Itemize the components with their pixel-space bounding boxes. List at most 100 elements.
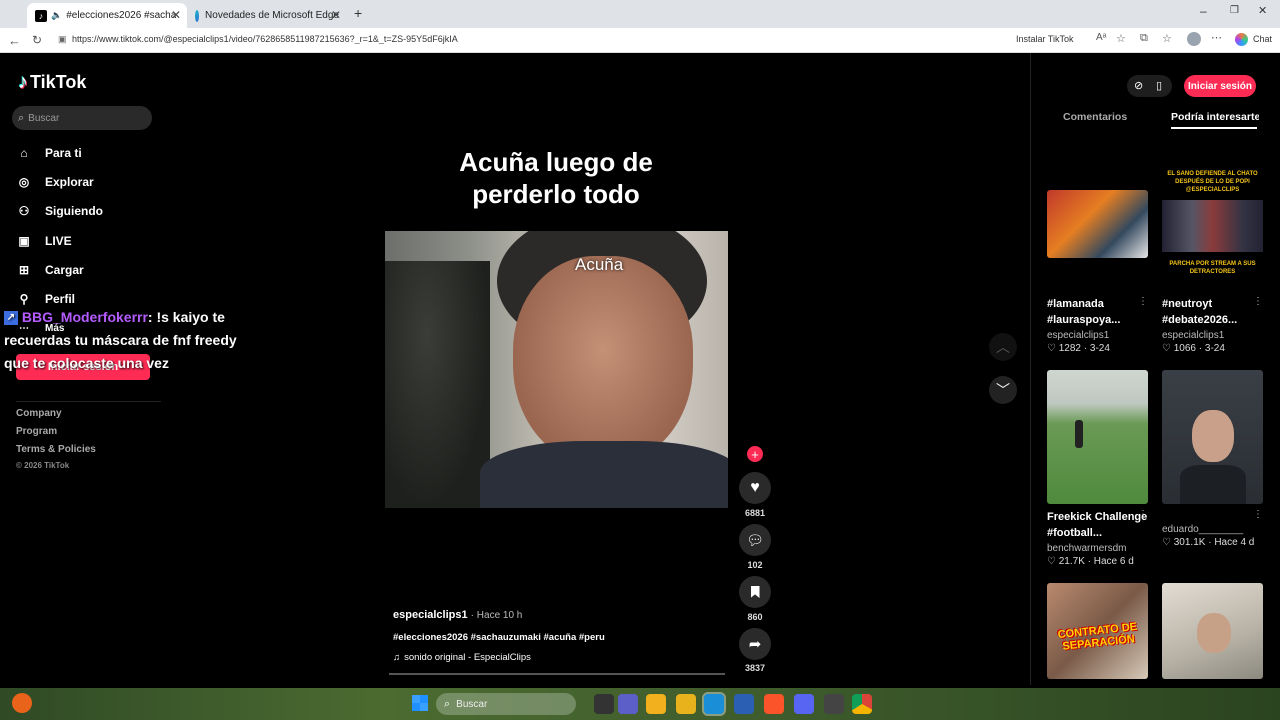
card-caption[interactable]: #neutroyt #debate2026... xyxy=(1162,296,1266,328)
video-frame[interactable]: Acuña xyxy=(385,231,728,508)
card-caption[interactable]: Freekick Challenge #football... xyxy=(1047,509,1151,541)
title-line-2: perderlo todo xyxy=(472,179,640,209)
install-app-button[interactable]: Instalar TikTok xyxy=(1016,34,1074,44)
new-tab-icon[interactable]: + xyxy=(354,5,362,21)
caption-line: #debate2026... xyxy=(1162,314,1238,326)
footer-company[interactable]: Company xyxy=(16,408,62,419)
card-author[interactable]: benchwarmersdm xyxy=(1047,543,1126,554)
thumb-text-top: EL SANO DEFIENDE AL CHATO DESPUÉS DE LO … xyxy=(1167,171,1258,193)
favorite-star-icon[interactable]: ☆ xyxy=(1116,32,1126,45)
footer-terms[interactable]: Terms & Policies xyxy=(16,444,96,455)
tiktok-logo[interactable]: ♪ TikTok xyxy=(18,71,86,94)
prev-video-button[interactable]: ︿ xyxy=(989,333,1017,361)
back-icon[interactable]: ← xyxy=(8,33,21,48)
task-view-icon[interactable] xyxy=(594,694,614,714)
video-progress-bar[interactable] xyxy=(389,673,725,675)
card-more-icon[interactable]: ⋮ xyxy=(1253,296,1263,307)
login-button-top[interactable]: Iniciar sesión xyxy=(1184,75,1256,97)
taskbar-search-placeholder: Buscar xyxy=(456,698,488,710)
card-thumbnail[interactable] xyxy=(1162,583,1263,679)
more-options-icon[interactable]: ⋯ xyxy=(1211,31,1222,44)
video-author[interactable]: especialclips1 xyxy=(393,609,468,621)
edge-taskbar-icon[interactable] xyxy=(702,692,726,716)
nav-cargar[interactable]: ⊞ Cargar xyxy=(15,261,84,279)
next-video-button[interactable]: ﹀ xyxy=(989,376,1017,404)
card-thumbnail[interactable] xyxy=(1047,370,1148,504)
chat-label[interactable]: Chat xyxy=(1253,34,1272,44)
taskbar-search-input[interactable]: ⌕ Buscar xyxy=(436,693,576,715)
discord-icon[interactable] xyxy=(794,694,814,714)
follow-plus-icon[interactable]: + xyxy=(747,446,763,462)
start-icon[interactable] xyxy=(412,695,428,711)
chat-user-icon: ↗ xyxy=(4,311,18,326)
favorites-icon[interactable]: ☆ xyxy=(1162,32,1172,45)
card-more-icon[interactable]: ⋮ xyxy=(1138,509,1148,520)
card-more-icon[interactable]: ⋮ xyxy=(1138,296,1148,307)
profile-avatar[interactable] xyxy=(1187,32,1201,46)
card-more-icon[interactable]: ⋮ xyxy=(1253,509,1263,520)
close-tab-icon[interactable]: ✕ xyxy=(171,8,181,22)
extensions-icon[interactable]: ⧉ xyxy=(1140,32,1148,45)
effects-icon[interactable]: ⊘ xyxy=(1134,79,1143,92)
copilot-icon[interactable] xyxy=(1235,33,1248,46)
close-window-icon[interactable]: ✕ xyxy=(1258,4,1267,17)
video-sound-row[interactable]: ♫ sonido original - EspecialClips xyxy=(393,652,531,663)
address-bar: ← ↻ ▣ https://www.tiktok.com/@especialcl… xyxy=(0,28,1280,53)
heart-outline-icon: ♡ xyxy=(1047,343,1059,354)
store-icon[interactable] xyxy=(734,694,754,714)
chrome-icon[interactable] xyxy=(852,694,872,714)
save-button[interactable] xyxy=(739,576,771,608)
refresh-icon[interactable]: ↻ xyxy=(32,33,42,47)
nav-explorar[interactable]: ◎ Explorar xyxy=(15,173,94,191)
like-button[interactable]: ♥ xyxy=(739,472,771,504)
music-note-icon: ♫ xyxy=(393,652,401,663)
card-thumbnail[interactable] xyxy=(1047,190,1148,258)
tab-comments[interactable]: Comentarios xyxy=(1063,111,1127,123)
video-hashtags[interactable]: #elecciones2026 #sachauzumaki #acuña #pe… xyxy=(393,632,605,643)
file-explorer-icon[interactable] xyxy=(646,694,666,714)
nav-para-ti[interactable]: ⌂ Para ti xyxy=(15,144,81,162)
site-info-icon[interactable]: ▣ xyxy=(58,34,67,45)
search-input[interactable]: ⌕ Buscar xyxy=(12,106,152,130)
nav-label: Perfil xyxy=(45,292,76,306)
nav-siguiendo[interactable]: ⚇ Siguiendo xyxy=(15,202,103,220)
caption-line: #football... xyxy=(1047,527,1102,539)
face-shape xyxy=(513,256,693,466)
tab-tiktok[interactable]: ♪ 🔈 #elecciones2026 #sachauzum ✕ xyxy=(27,3,187,28)
url-field[interactable]: https://www.tiktok.com/@especialclips1/v… xyxy=(72,34,612,44)
card-author[interactable]: especialclips1 xyxy=(1162,330,1224,341)
comment-button[interactable]: 💬︎ xyxy=(739,524,771,556)
face-shape xyxy=(1197,613,1231,653)
read-aloud-icon[interactable]: Aᵃ xyxy=(1096,32,1106,43)
share-button[interactable]: ➦ xyxy=(739,628,771,660)
tab-interest[interactable]: Podría interesarte xyxy=(1171,111,1259,123)
caption-line: #neutroyt xyxy=(1162,298,1213,310)
weather-icon[interactable] xyxy=(12,693,32,713)
folder-icon[interactable] xyxy=(676,694,696,714)
footer-program[interactable]: Program xyxy=(16,426,57,437)
restore-icon[interactable]: ❐ xyxy=(1230,5,1239,16)
obs-icon[interactable] xyxy=(824,694,844,714)
tab-edge-news[interactable]: Novedades de Microsoft Edge ✕ xyxy=(187,3,347,28)
caption-line: #lauraspoya... xyxy=(1047,314,1121,326)
close-tab-icon[interactable]: ✕ xyxy=(331,8,341,22)
share-icon: ➦ xyxy=(748,636,762,653)
search-icon: ⌕ xyxy=(444,697,451,710)
card-thumbnail[interactable]: CONTRATO DE SEPARACIÓN xyxy=(1047,583,1148,679)
teams-icon[interactable] xyxy=(618,694,638,714)
card-author[interactable]: especialclips1 xyxy=(1047,330,1109,341)
shirt-shape xyxy=(1180,465,1246,504)
frame-caption: Acuña xyxy=(575,255,624,274)
video-sound: sonido original - EspecialClips xyxy=(404,652,531,663)
minimize-icon[interactable]: – xyxy=(1200,4,1207,18)
card-caption[interactable]: #lamanada #lauraspoya... xyxy=(1047,296,1151,328)
audio-icon[interactable]: 🔈 xyxy=(51,10,62,21)
brave-icon[interactable] xyxy=(764,694,784,714)
device-icon[interactable]: ▯ xyxy=(1156,79,1162,92)
card-thumbnail[interactable] xyxy=(1162,370,1263,504)
card-author[interactable]: eduardo________ xyxy=(1162,524,1243,535)
card-thumbnail[interactable]: EL SANO DEFIENDE AL CHATO DESPUÉS DE LO … xyxy=(1162,170,1263,282)
share-count: 3837 xyxy=(744,663,766,673)
browser-tab-strip: ♪ 🔈 #elecciones2026 #sachauzum ✕ Novedad… xyxy=(0,0,1280,28)
nav-live[interactable]: ▣ LIVE xyxy=(15,232,71,250)
